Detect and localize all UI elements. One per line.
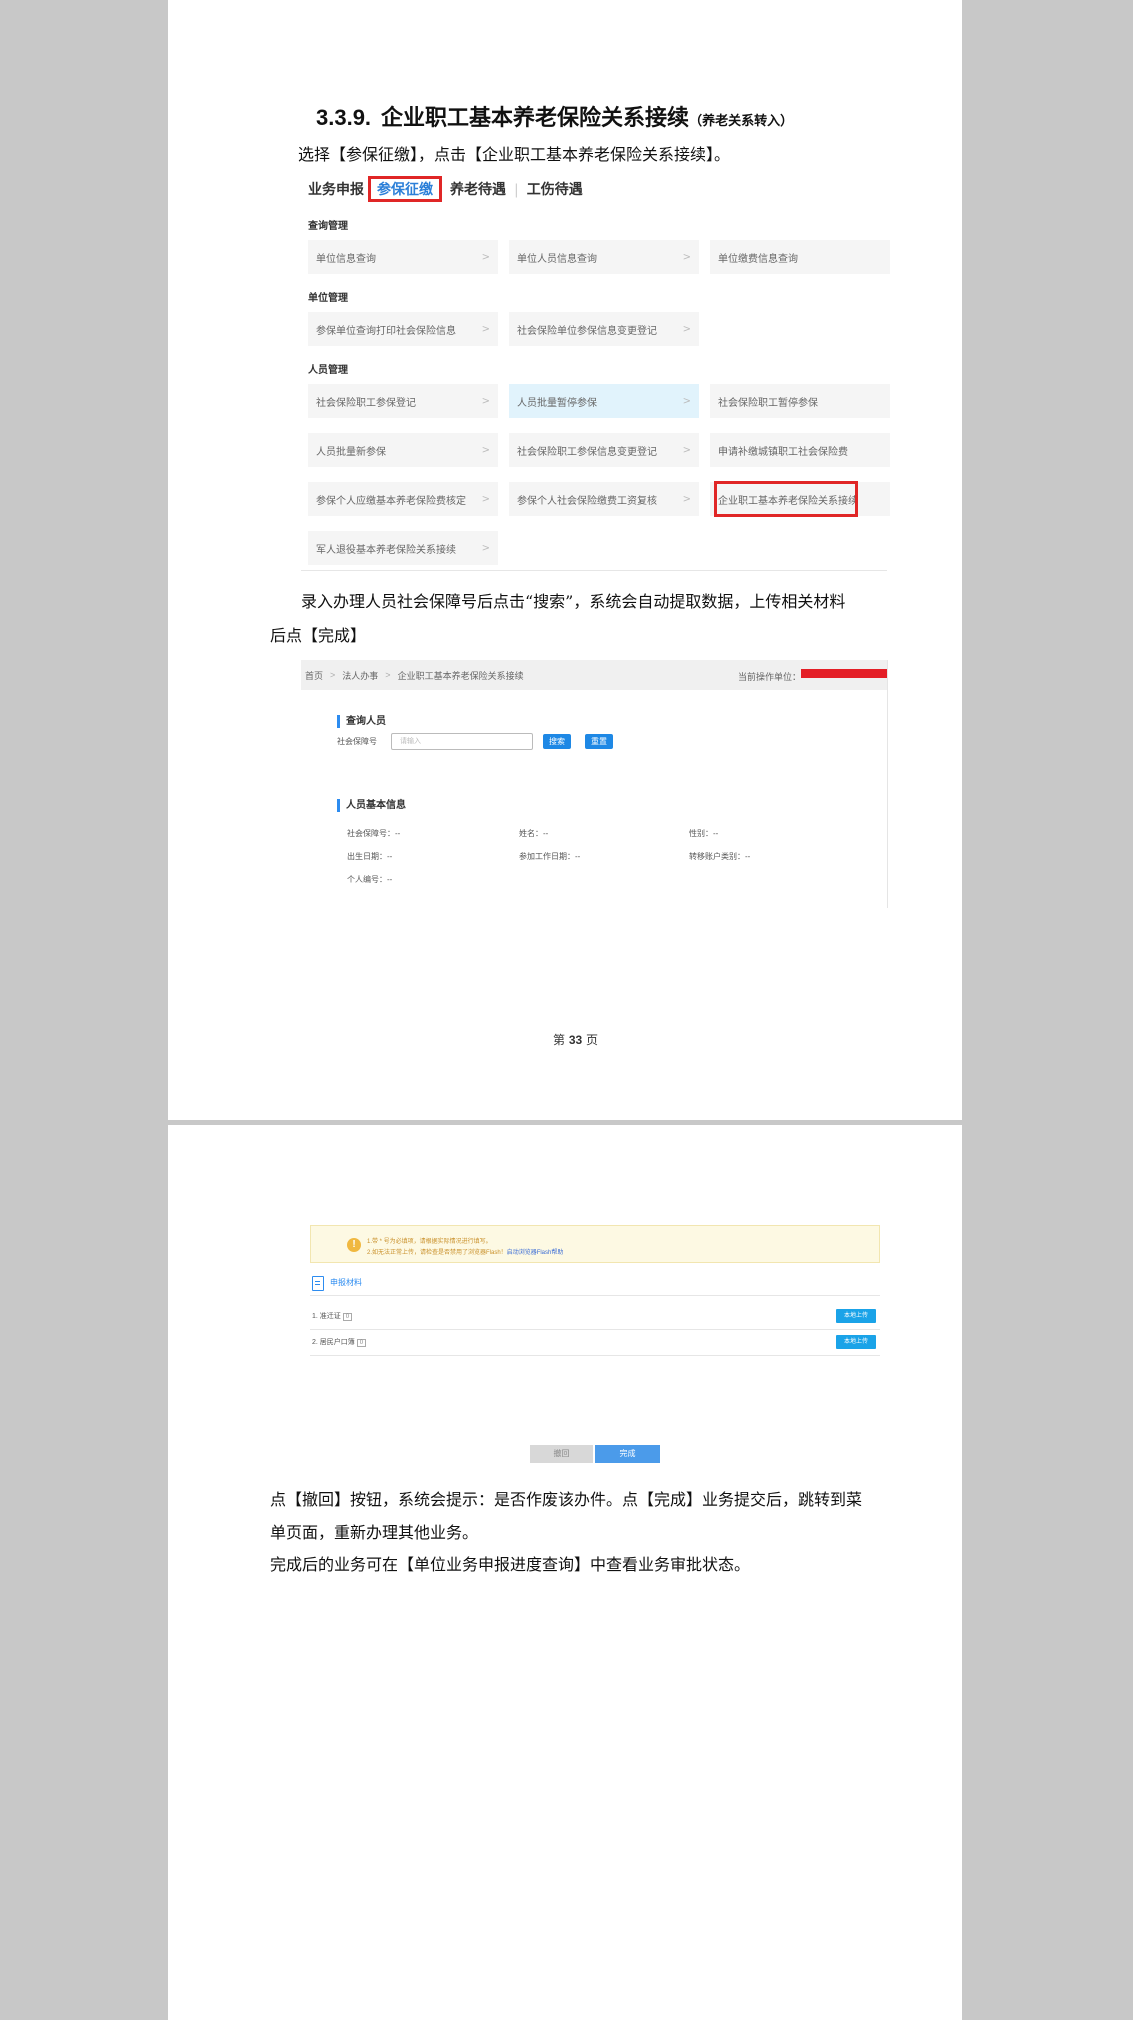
material-row: 1. 准迁证 0 — [312, 1311, 353, 1321]
section-heading: 3.3.9. 企业职工基本养老保险关系接续（养老关系转入） — [316, 100, 793, 132]
ss-number-label: 社会保障号 — [337, 737, 377, 746]
chevron-right-icon: > — [682, 493, 691, 505]
menu-item-staff-info-change[interactable]: 社会保险职工参保信息变更登记 > — [509, 433, 699, 467]
chevron-right-icon: > — [682, 444, 691, 456]
divider — [310, 1355, 880, 1356]
highlight-box — [714, 481, 858, 517]
tab-pension-benefit[interactable]: 养老待遇 — [450, 179, 506, 199]
field-work-start-date: 参加工作日期：-- — [519, 852, 581, 861]
tab-insurance-collection[interactable]: 参保征缴 — [368, 176, 442, 202]
chevron-right-icon: > — [481, 542, 490, 554]
redacted-unit-name — [801, 669, 887, 678]
divider — [301, 570, 887, 571]
chevron-right-icon: > — [682, 323, 691, 335]
chevron-right-icon: > — [682, 395, 691, 407]
breadcrumb-legal[interactable]: 法人办事 — [342, 669, 378, 682]
chevron-right-icon: > — [481, 251, 490, 263]
field-birth-date: 出生日期：-- — [347, 852, 393, 861]
notice-line-2: 2.如无法正常上传，请检查是否禁用了浏览器Flash！启动浏览器Flash帮助 — [367, 1250, 564, 1256]
upload-button[interactable]: 本地上传 — [836, 1335, 876, 1349]
field-name: 姓名：-- — [519, 829, 549, 838]
chevron-right-icon: > — [481, 395, 490, 407]
paragraph-2b: 后点【完成】 — [270, 626, 367, 645]
divider — [310, 1329, 880, 1330]
field-personal-id: 个人编号：-- — [347, 875, 393, 884]
info-section-title: 人员基本信息 — [337, 796, 406, 812]
withdraw-button[interactable]: 撤回 — [530, 1445, 593, 1463]
menu-item-batch-suspend[interactable]: 人员批量暂停参保 > — [509, 384, 699, 418]
field-transfer-account-type: 转移账户类别：-- — [689, 852, 751, 861]
paragraph-4: 完成后的业务可在【单位业务申报进度查询】中查看业务审批状态。 — [270, 1555, 751, 1574]
upload-button[interactable]: 本地上传 — [836, 1309, 876, 1323]
menu-item-veteran-pension-transfer[interactable]: 军人退役基本养老保险关系接续 > — [308, 531, 498, 565]
warning-icon: ! — [347, 1238, 361, 1252]
section-label-person: 人员管理 — [308, 365, 348, 376]
page-number: 第 33 页 — [553, 1033, 599, 1047]
menu-item-batch-new-enroll[interactable]: 人员批量新参保 > — [308, 433, 498, 467]
notice-line-1: 1.带 * 号为必填项，请根据实际情况进行填写。 — [367, 1239, 492, 1245]
section-label-unit: 单位管理 — [308, 293, 348, 304]
section-subtitle: （养老关系转入） — [689, 113, 794, 128]
ss-number-input[interactable]: 请输入 — [391, 733, 533, 750]
menu-item-pension-fee-approval[interactable]: 参保个人应缴基本养老保险费核定 > — [308, 482, 498, 516]
field-gender: 性别：-- — [689, 829, 719, 838]
complete-button[interactable]: 完成 — [595, 1445, 660, 1463]
breadcrumb-current: 企业职工基本养老保险关系接续 — [397, 670, 524, 681]
chevron-right-icon: > — [481, 323, 490, 335]
section-number: 3.3.9. — [316, 105, 372, 130]
chevron-right-icon: > — [481, 444, 490, 456]
menu-item-supplementary-payment[interactable]: 申请补缴城镇职工社会保险费 — [710, 433, 890, 467]
reset-button[interactable]: 重置 — [585, 734, 613, 749]
tab-divider: | — [514, 182, 519, 198]
tab-business-declare[interactable]: 业务申报 — [308, 179, 364, 199]
material-row: 2. 居民户口簿 0 — [312, 1337, 367, 1347]
menu-tabs: 业务申报 参保征缴 养老待遇 | 工伤待遇 — [308, 176, 583, 202]
document-icon — [312, 1276, 324, 1291]
menu-item-print-insurance-info[interactable]: 参保单位查询打印社会保险信息 > — [308, 312, 498, 346]
notice-banner: ! 1.带 * 号为必填项，请根据实际情况进行填写。 2.如无法正常上传，请检查… — [310, 1225, 880, 1263]
menu-item-wage-review[interactable]: 参保个人社会保险缴费工资复核 > — [509, 482, 699, 516]
section-title: 企业职工基本养老保险关系接续 — [381, 105, 690, 130]
chevron-right-icon: > — [682, 251, 691, 263]
paragraph-3a: 点【撤回】按钮，系统会提示：是否作废该办件。点【完成】业务提交后，跳转到菜 — [270, 1490, 863, 1509]
paragraph-1: 选择【参保征缴】，点击【企业职工基本养老保险关系接续】。 — [298, 145, 731, 164]
section-label-query: 查询管理 — [308, 221, 348, 232]
menu-item-staff-registration[interactable]: 社会保险职工参保登记 > — [308, 384, 498, 418]
page-2: ! 1.带 * 号为必填项，请根据实际情况进行填写。 2.如无法正常上传，请检查… — [168, 1125, 962, 2020]
divider — [310, 1295, 880, 1296]
menu-item-unit-info-query[interactable]: 单位信息查询 > — [308, 240, 498, 274]
chevron-right-icon: > — [481, 493, 490, 505]
current-unit-label: 当前操作单位： — [737, 672, 801, 682]
form-screenshot: 首页 > 法人办事 > 企业职工基本养老保险关系接续 当前操作单位： 查询人员 社会… — [301, 660, 888, 908]
flash-help-link[interactable]: 启动浏览器Flash帮助 — [507, 1250, 564, 1256]
materials-title: 申报材料 — [330, 1278, 362, 1287]
breadcrumb-home[interactable]: 首页 — [305, 669, 323, 682]
field-ss-number: 社会保障号：-- — [347, 829, 401, 838]
query-section-title: 查询人员 — [337, 712, 386, 728]
menu-item-unit-info-change[interactable]: 社会保险单位参保信息变更登记 > — [509, 312, 699, 346]
page-1: 3.3.9. 企业职工基本养老保险关系接续（养老关系转入） 选择【参保征缴】，点击… — [168, 0, 962, 1120]
menu-item-staff-suspend[interactable]: 社会保险职工暂停参保 — [710, 384, 890, 418]
menu-item-unit-staff-query[interactable]: 单位人员信息查询 > — [509, 240, 699, 274]
tab-injury-benefit[interactable]: 工伤待遇 — [527, 179, 583, 199]
paragraph-3b: 单页面，重新办理其他业务。 — [270, 1523, 479, 1542]
search-button[interactable]: 搜索 — [543, 734, 571, 749]
menu-item-unit-payment-query[interactable]: 单位缴费信息查询 — [710, 240, 890, 274]
paragraph-2a: 录入办理人员社会保障号后点击“搜索”，系统会自动提取数据，上传相关材料 — [301, 592, 846, 611]
